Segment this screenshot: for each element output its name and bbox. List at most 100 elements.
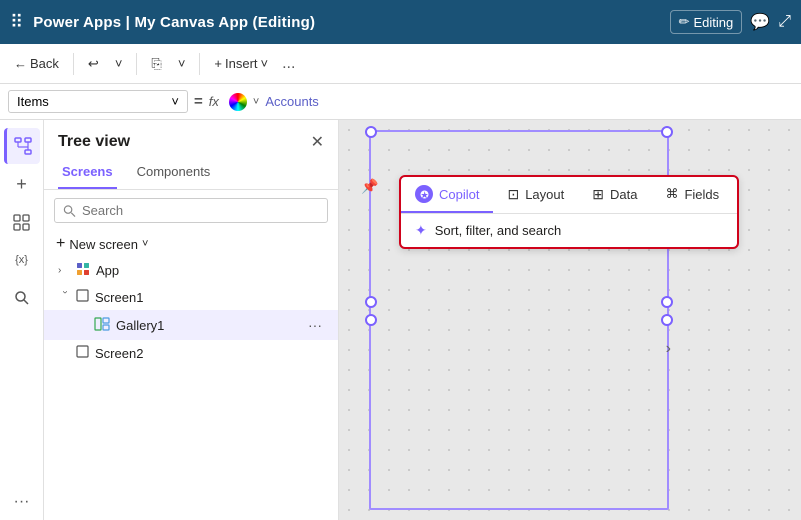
chevron-down-icon-3: ˅	[261, 56, 269, 71]
pencil-icon: ✏	[679, 14, 690, 30]
tree-item-screen1[interactable]: › Screen1	[44, 284, 338, 310]
layout-label: Layout	[525, 187, 564, 202]
dropdown-chevron: ˅	[171, 94, 179, 109]
copy-icon: ⎘	[151, 56, 161, 72]
undo-icon: ↩	[88, 56, 99, 72]
new-screen-chevron: ˅	[142, 238, 148, 250]
chevron-down-icon-2: ˅	[178, 56, 186, 71]
copy-button[interactable]: ⎘	[145, 52, 167, 76]
chevron-down-formula[interactable]: ˅	[253, 96, 259, 108]
handle-bottom-right[interactable]	[661, 296, 673, 308]
share-icon[interactable]: ⤢	[778, 13, 791, 31]
color-formula-icon[interactable]	[229, 93, 247, 111]
expand-icon-screen1: ›	[60, 290, 71, 304]
separator-2	[136, 53, 137, 75]
equals-symbol: =	[194, 93, 203, 110]
handle-mid-right[interactable]	[661, 314, 673, 326]
tree-search-box[interactable]	[54, 198, 328, 223]
floating-toolbar: Copilot ⊡ Layout ⊞ Data ⌘ Fields	[399, 175, 739, 249]
app-title: Power Apps | My Canvas App (Editing)	[33, 14, 315, 31]
tree-item-app[interactable]: › App	[44, 257, 338, 284]
tab-screens[interactable]: Screens	[58, 156, 117, 189]
pin-icon[interactable]: 📌	[361, 178, 378, 195]
chevron-right-icon[interactable]: ›	[666, 340, 671, 358]
plus-icon-sidebar[interactable]: +	[4, 166, 40, 202]
screen1-icon	[76, 289, 89, 305]
undo-button[interactable]: ↩	[82, 52, 105, 76]
tab-components[interactable]: Components	[133, 156, 215, 189]
gallery1-icon	[94, 317, 110, 334]
fx-symbol: fx	[209, 94, 219, 109]
data-icon: ⊞	[592, 186, 604, 203]
tree-item-gallery1[interactable]: Gallery1 ···	[44, 310, 338, 340]
tree-view-icon[interactable]	[4, 128, 40, 164]
separator-1	[73, 53, 74, 75]
more-dots-icon[interactable]: ···	[4, 484, 40, 520]
editing-label: Editing	[694, 15, 734, 30]
tree-panel: Tree view ✕ Screens Components + New scr…	[44, 120, 339, 520]
more-button[interactable]: ...	[278, 51, 299, 77]
layout-icon: ⊡	[507, 186, 519, 203]
back-button[interactable]: ← Back	[8, 52, 65, 75]
items-dropdown[interactable]: Items ˅	[8, 90, 188, 113]
back-arrow-icon: ←	[14, 56, 27, 71]
expand-icon-app: ›	[58, 265, 72, 276]
waffle-icon[interactable]: ⠿	[10, 12, 23, 33]
top-bar: ⠿ Power Apps | My Canvas App (Editing) ✏…	[0, 0, 801, 44]
tab-fields[interactable]: ⌘ Fields	[651, 177, 733, 213]
sort-filter-item[interactable]: ✦ Sort, filter, and search	[401, 214, 737, 247]
tree-items: › App › Sc	[44, 257, 338, 520]
handle-top-right[interactable]	[661, 126, 673, 138]
editing-button[interactable]: ✏ Editing	[670, 10, 743, 34]
items-label: Items	[17, 94, 49, 109]
fields-label: Fields	[684, 187, 719, 202]
formula-value: Accounts	[265, 94, 793, 109]
search-icon-tree	[63, 204, 76, 218]
top-bar-right: ✏ Editing 💬 ⤢	[670, 10, 791, 34]
tree-item-screen2[interactable]: Screen2	[44, 340, 338, 366]
toolbar: ← Back ↩ ˅ ⎘ ˅ + Insert ˅ ...	[0, 44, 801, 84]
handle-mid-left[interactable]	[365, 314, 377, 326]
screen2-label: Screen2	[95, 346, 326, 361]
canvas-area: 📌 Copilot ⊡ Layout	[339, 120, 801, 520]
tree-title: Tree view	[58, 133, 130, 151]
screen2-icon	[76, 345, 89, 361]
chevron-down-icon: ˅	[115, 56, 123, 71]
app-label: App	[96, 263, 326, 278]
plus-icon: +	[214, 56, 222, 71]
copy-dropdown[interactable]: ˅	[172, 52, 192, 75]
data-label: Data	[610, 187, 637, 202]
gallery1-more-button[interactable]: ···	[304, 315, 326, 335]
search-icon-sidebar[interactable]	[4, 280, 40, 316]
plus-new-screen-icon: +	[56, 235, 65, 253]
tab-data[interactable]: ⊞ Data	[578, 177, 651, 213]
separator-3	[199, 53, 200, 75]
gallery1-label: Gallery1	[116, 318, 300, 333]
main-area: + {x} ··· Tree view ✕ Screens	[0, 120, 801, 520]
grid-icon[interactable]	[4, 204, 40, 240]
icon-bar: + {x} ···	[0, 120, 44, 520]
fields-icon: ⌘	[665, 186, 678, 202]
comment-icon[interactable]: 💬	[750, 12, 770, 32]
handle-bottom-left[interactable]	[365, 296, 377, 308]
tab-copilot[interactable]: Copilot	[401, 177, 493, 213]
undo-dropdown[interactable]: ˅	[109, 52, 129, 75]
new-screen-button[interactable]: + New screen ˅	[44, 231, 338, 257]
copilot-icon	[415, 185, 433, 203]
tree-close-button[interactable]: ✕	[311, 132, 324, 152]
tab-layout[interactable]: ⊡ Layout	[493, 177, 578, 213]
formula-bar: Items ˅ = fx ˅ Accounts	[0, 84, 801, 120]
floating-tabs: Copilot ⊡ Layout ⊞ Data ⌘ Fields	[401, 177, 737, 214]
sort-filter-label: Sort, filter, and search	[435, 223, 561, 238]
screen1-label: Screen1	[95, 290, 326, 305]
tree-header: Tree view ✕	[44, 120, 338, 156]
handle-top-left[interactable]	[365, 126, 377, 138]
copilot-label: Copilot	[439, 187, 479, 202]
variable-icon[interactable]: {x}	[4, 242, 40, 278]
tree-tabs: Screens Components	[44, 156, 338, 190]
new-screen-label: New screen	[69, 237, 138, 252]
insert-button[interactable]: + Insert ˅	[208, 52, 274, 75]
sort-filter-icon: ✦	[415, 222, 427, 239]
search-input[interactable]	[82, 203, 319, 218]
app-icon	[76, 262, 90, 279]
